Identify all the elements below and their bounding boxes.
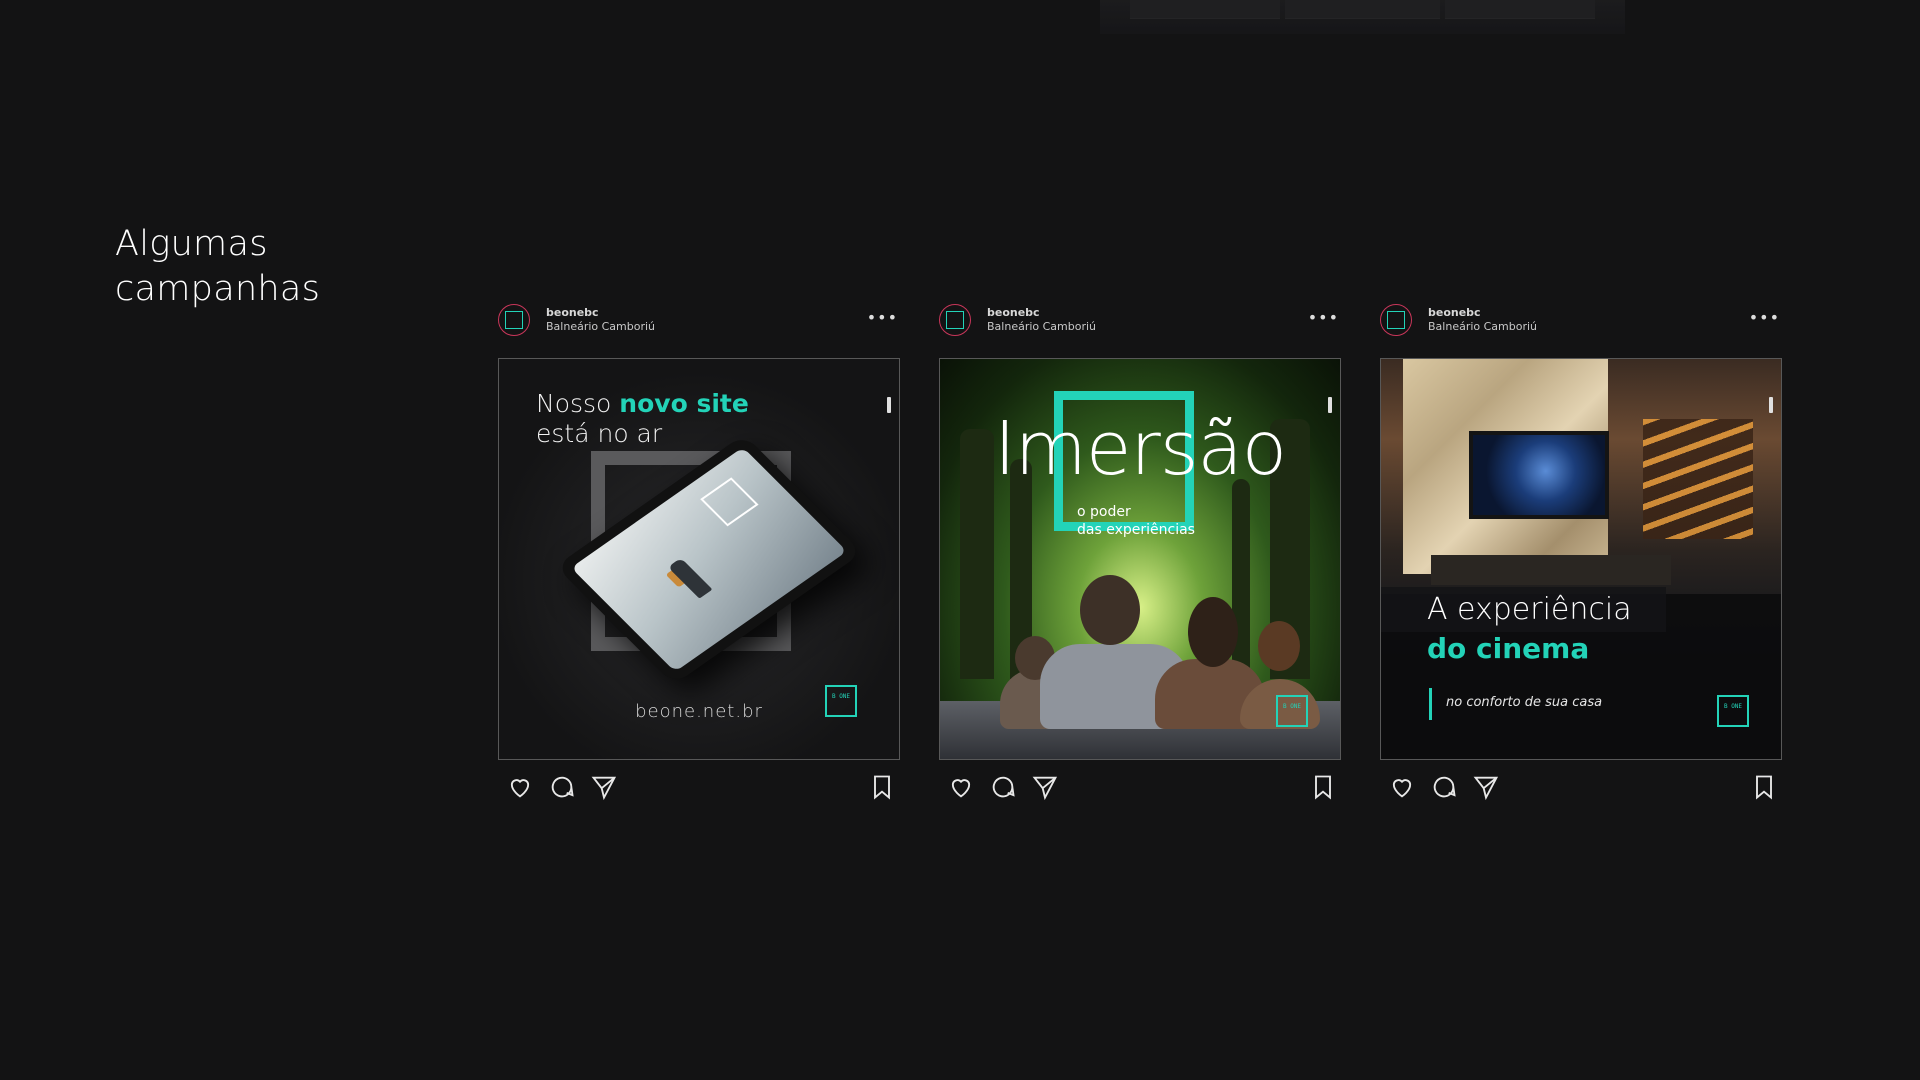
post-subtitle: no conforto de sua casa [1446, 695, 1603, 710]
post-header: beonebc Balneário Camboriú ••• [498, 301, 900, 349]
heart-icon[interactable] [947, 773, 975, 801]
brand-logo-icon [505, 311, 523, 329]
post-actions [939, 773, 1341, 809]
vertical-mark [887, 397, 891, 413]
more-dots-icon[interactable]: ••• [867, 308, 898, 327]
post-username[interactable]: beonebc [987, 306, 1040, 319]
post-image[interactable]: A experiência do cinema no conforto de s… [1380, 358, 1782, 760]
comment-icon[interactable] [548, 773, 576, 801]
send-icon[interactable] [1031, 773, 1059, 801]
send-icon[interactable] [1472, 773, 1500, 801]
bookmark-icon[interactable] [1309, 773, 1337, 801]
accent-bar [1429, 688, 1432, 720]
post-actions [498, 773, 900, 809]
avatar[interactable] [939, 304, 971, 336]
bookmark-icon[interactable] [868, 773, 896, 801]
post-header: beonebc Balneário Camboriú ••• [939, 301, 1341, 349]
top-image-strip [1100, 0, 1625, 34]
media-cabinet [1431, 555, 1671, 585]
comment-icon[interactable] [989, 773, 1017, 801]
instagram-post: beonebc Balneário Camboriú ••• Imersão o… [939, 301, 1341, 801]
post-location[interactable]: Balneário Camboriú [987, 320, 1096, 333]
more-dots-icon[interactable]: ••• [1749, 308, 1780, 327]
heart-icon[interactable] [506, 773, 534, 801]
bookmark-icon[interactable] [1750, 773, 1778, 801]
television [1469, 431, 1609, 519]
brand-logo-icon [1387, 311, 1405, 329]
section-title: Algumas campanhas [115, 224, 321, 309]
avatar[interactable] [1380, 304, 1412, 336]
avatar[interactable] [498, 304, 530, 336]
post-headline: Nosso novo site está no ar [536, 389, 749, 448]
post-image[interactable]: Imersão o poder das experiências B ONE [939, 358, 1341, 760]
post-subtitle: o poder das experiências [1077, 504, 1195, 538]
post-headline: Imersão [993, 406, 1287, 492]
post-headline: A experiência [1427, 592, 1632, 627]
brand-logo-icon: B ONE [1276, 695, 1308, 727]
post-location[interactable]: Balneário Camboriú [546, 320, 655, 333]
brand-logo-icon [946, 311, 964, 329]
instagram-post: beonebc Balneário Camboriú ••• Nosso nov… [498, 301, 900, 801]
post-header: beonebc Balneário Camboriú ••• [1380, 301, 1782, 349]
brand-logo-icon: B ONE [1717, 695, 1749, 727]
vertical-mark [1769, 397, 1773, 413]
comment-icon[interactable] [1430, 773, 1458, 801]
post-username[interactable]: beonebc [546, 306, 599, 319]
vertical-mark [1328, 397, 1332, 413]
post-headline-highlight: do cinema [1427, 632, 1590, 665]
post-actions [1380, 773, 1782, 809]
more-dots-icon[interactable]: ••• [1308, 308, 1339, 327]
send-icon[interactable] [590, 773, 618, 801]
staircase [1643, 419, 1753, 539]
post-image[interactable]: Nosso novo site está no ar beone.net.br … [498, 358, 900, 760]
instagram-post: beonebc Balneário Camboriú ••• A experiê… [1380, 301, 1782, 801]
post-location[interactable]: Balneário Camboriú [1428, 320, 1537, 333]
post-username[interactable]: beonebc [1428, 306, 1481, 319]
brand-logo-icon: B ONE [825, 685, 857, 717]
heart-icon[interactable] [1388, 773, 1416, 801]
